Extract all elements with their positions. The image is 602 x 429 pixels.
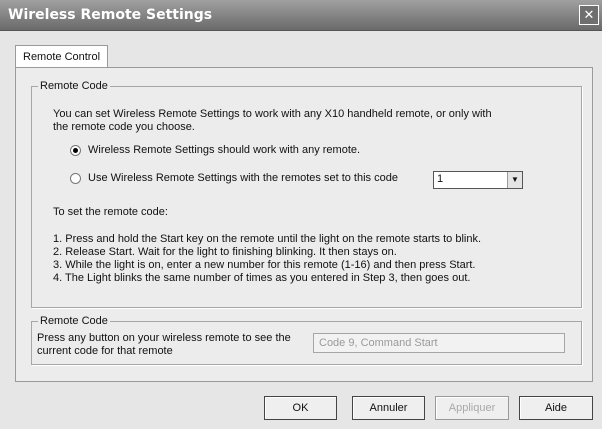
window-title: Wireless Remote Settings (8, 7, 213, 23)
intro-line-2: the remote code you choose. (53, 121, 195, 133)
current-code-desc-2: current code for that remote (37, 345, 173, 357)
ok-button[interactable]: OK (264, 396, 337, 420)
code-select[interactable]: 1 ▼ (433, 171, 523, 189)
step-2: 2. Release Start. Wait for the light to … (53, 246, 397, 258)
title-bar: Wireless Remote Settings ✕ (0, 0, 602, 31)
remote-code-legend: Remote Code (40, 80, 108, 92)
current-code-legend: Remote Code (40, 315, 108, 327)
close-button[interactable]: ✕ (579, 5, 599, 25)
option-any-remote-label[interactable]: Wireless Remote Settings should work wit… (88, 144, 360, 157)
step-4: 4. The Light blinks the same number of t… (53, 272, 471, 284)
help-button[interactable]: Aide (519, 396, 593, 420)
cancel-button[interactable]: Annuler (352, 396, 425, 420)
step-3: 3. While the light is on, enter a new nu… (53, 259, 476, 271)
step-1: 1. Press and hold the Start key on the r… (53, 233, 482, 245)
current-code-desc-1: Press any button on your wireless remote… (37, 332, 291, 344)
radio-specific-code[interactable] (70, 173, 81, 184)
apply-button[interactable]: Appliquer (435, 396, 509, 420)
current-code-field: Code 9, Command Start (313, 333, 565, 353)
current-code-value: Code 9, Command Start (319, 337, 438, 349)
code-select-value: 1 (437, 173, 444, 185)
option-specific-code-label[interactable]: Use Wireless Remote Settings with the re… (88, 172, 398, 185)
intro-line-1: You can set Wireless Remote Settings to … (53, 108, 492, 120)
chevron-down-icon[interactable]: ▼ (507, 172, 522, 188)
howto-heading: To set the remote code: (53, 206, 168, 218)
tab-remote-control[interactable]: Remote Control (15, 45, 108, 68)
tab-label: Remote Control (23, 51, 101, 63)
radio-any-remote[interactable] (70, 145, 81, 156)
